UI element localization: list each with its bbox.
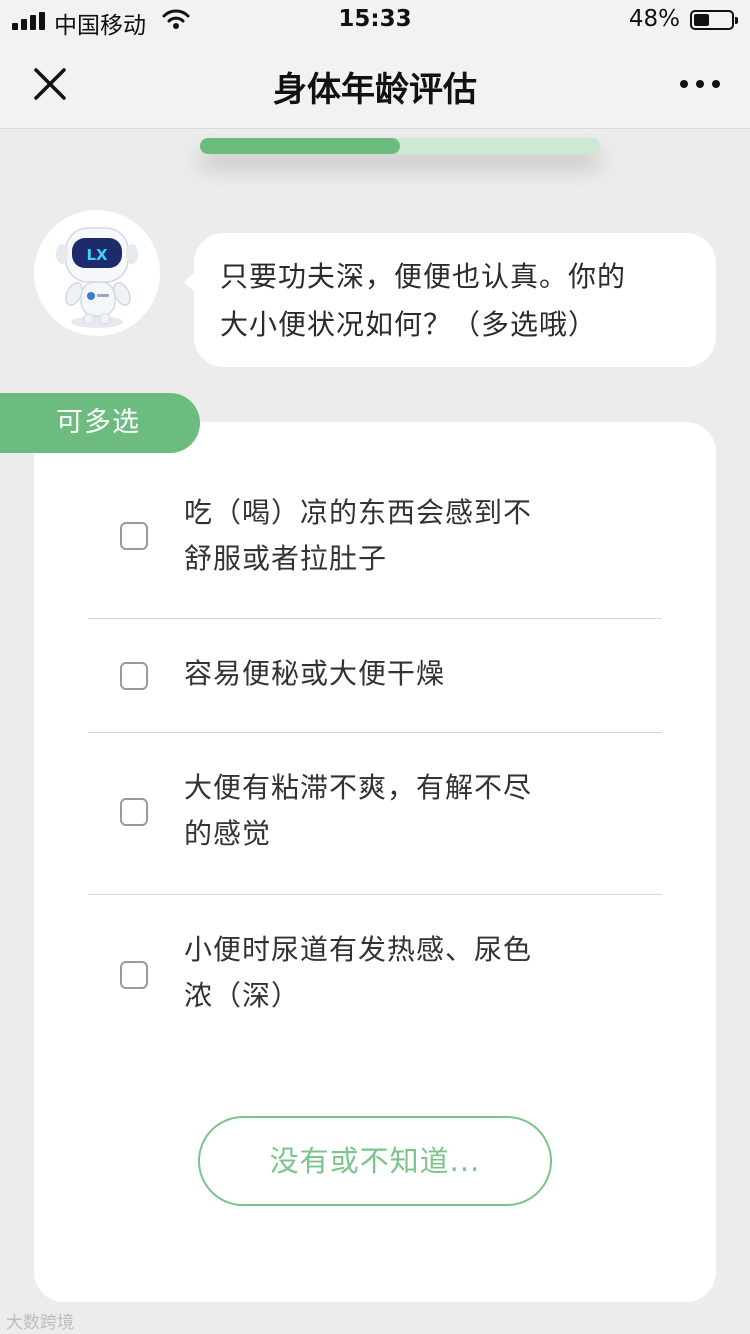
robot-avatar: LX [34,210,160,336]
robot-icon: LX [56,227,138,328]
progress-fill [200,138,400,154]
more-icon[interactable] [676,72,724,96]
robot-face-label: LX [86,246,108,264]
option-line: 舒服或者拉肚子 [184,542,388,575]
option-item[interactable]: 小便时尿道有发热感、尿色 浓（深） [88,895,662,1055]
status-bar: 中国移动 15:33 48% [0,0,750,42]
checkbox[interactable] [120,522,148,550]
option-line: 浓（深） [184,979,301,1012]
bot-message-line-2: 大小便状况如何？（多选哦） [220,308,598,341]
page-title: 身体年龄评估 [273,70,477,110]
checkbox[interactable] [120,662,148,690]
checkbox[interactable] [120,961,148,989]
option-item[interactable]: 大便有粘滞不爽，有解不尽 的感觉 [88,733,662,895]
bot-message-line-1: 只要功夫深，便便也认真。你的 [220,260,627,293]
battery-percent: 48% [628,6,680,32]
battery-icon [690,10,738,30]
multi-select-tag: 可多选 [0,393,200,453]
none-or-unknown-button[interactable]: 没有或不知道... [198,1116,552,1206]
option-line: 吃（喝）凉的东西会感到不 [184,496,533,529]
bot-message-bubble: 只要功夫深，便便也认真。你的 大小便状况如何？（多选哦） [184,233,716,367]
battery-fill [694,14,710,26]
assessment-page: 中国移动 15:33 48% 身体年龄评估 LX 只要功夫深，便便也认真。你的 … [0,0,750,1334]
option-line: 容易便秘或大便干燥 [184,657,446,690]
option-item[interactable]: 吃（喝）凉的东西会感到不 舒服或者拉肚子 [88,480,662,619]
option-item[interactable]: 容易便秘或大便干燥 [88,619,662,733]
option-line: 的感觉 [184,817,272,850]
option-line: 小便时尿道有发热感、尿色 [184,933,533,966]
progress-bar [200,138,600,154]
watermark: 大数跨境 [6,1313,74,1333]
checkbox[interactable] [120,798,148,826]
option-line: 大便有粘滞不爽，有解不尽 [184,771,533,804]
nav-bar: 身体年龄评估 [0,42,750,129]
